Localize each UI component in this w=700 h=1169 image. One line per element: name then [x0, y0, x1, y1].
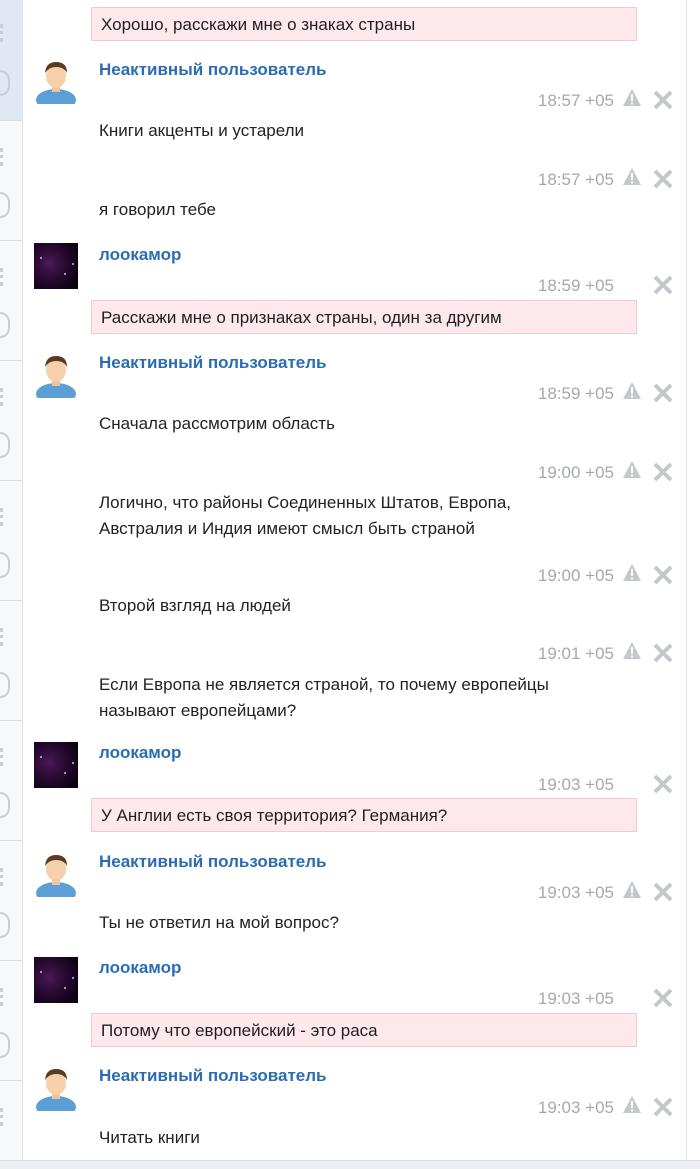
user-avatar-icon[interactable]	[34, 352, 78, 398]
message-timestamp: 19:00 +05	[537, 463, 614, 482]
scrollbar-track[interactable]	[686, 0, 687, 1160]
list-item-edge	[0, 192, 10, 218]
close-x-icon[interactable]	[652, 773, 674, 795]
list-item-dots	[0, 988, 7, 1006]
close-x-icon[interactable]	[652, 382, 674, 404]
space-avatar[interactable]	[34, 243, 78, 289]
list-item-edge	[0, 912, 10, 938]
list-item-edge	[0, 432, 10, 458]
author-name[interactable]: Неактивный пользователь	[99, 60, 326, 80]
list-item-dots	[0, 628, 7, 646]
close-x-icon[interactable]	[652, 1096, 674, 1118]
message-text: Второй взгляд на людей	[99, 596, 291, 615]
close-x-icon[interactable]	[652, 461, 674, 483]
list-item-dots	[0, 148, 7, 166]
warning-triangle-icon[interactable]	[622, 641, 642, 661]
quoted-message[interactable]: Расскажи мне о признаках страны, один за…	[91, 300, 637, 334]
warning-triangle-icon[interactable]	[622, 563, 642, 583]
message-timestamp: 18:57 +05	[537, 91, 614, 110]
author-name[interactable]: лоокамор	[99, 245, 181, 265]
list-item-dots	[0, 1108, 7, 1126]
list-item-dots	[0, 268, 7, 286]
message-text: Читать книги	[99, 1128, 200, 1147]
warning-triangle-icon[interactable]	[622, 460, 642, 480]
close-x-icon[interactable]	[652, 881, 674, 903]
message-text: я говорил тебе	[99, 200, 216, 219]
warning-triangle-icon[interactable]	[622, 1095, 642, 1115]
space-avatar[interactable]	[34, 742, 78, 788]
warning-triangle-icon[interactable]	[622, 381, 642, 401]
message-timestamp: 19:03 +05	[537, 1098, 614, 1117]
space-avatar[interactable]	[34, 957, 78, 1003]
user-avatar-icon[interactable]	[34, 1065, 78, 1111]
message-timestamp: 19:00 +05	[537, 566, 614, 585]
conversation-list-strip[interactable]	[0, 0, 23, 1160]
message-timestamp: 18:57 +05	[537, 170, 614, 189]
list-item-dots	[0, 388, 7, 406]
user-avatar-icon[interactable]	[34, 851, 78, 897]
list-item-edge	[0, 672, 10, 698]
list-item-dots	[0, 748, 7, 766]
active-conversation-highlight	[0, 0, 22, 120]
close-x-icon[interactable]	[652, 168, 674, 190]
author-name[interactable]: Неактивный пользователь	[99, 353, 326, 373]
quoted-message[interactable]: Потому что европейский - это раса	[91, 1013, 637, 1047]
quoted-message[interactable]: У Англии есть своя территория? Германия?	[91, 798, 637, 832]
list-item-edge	[0, 1032, 10, 1058]
author-name[interactable]: Неактивный пользователь	[99, 1066, 326, 1086]
message-timestamp: 19:03 +05	[537, 775, 614, 794]
message-text: Книги акценты и устарели	[99, 121, 305, 140]
user-avatar-icon[interactable]	[34, 58, 78, 104]
list-item-edge	[0, 552, 10, 578]
message-text: Если Европа не является страной, то поче…	[99, 675, 549, 720]
author-name[interactable]: лоокамор	[99, 958, 181, 978]
list-item-dots	[0, 24, 7, 42]
list-item-dots	[0, 508, 7, 526]
message-timestamp: 19:01 +05	[537, 644, 614, 663]
quoted-message[interactable]: Хорошо, расскажи мне о знаках страны	[91, 7, 637, 41]
warning-triangle-icon[interactable]	[622, 880, 642, 900]
close-x-icon[interactable]	[652, 274, 674, 296]
message-text: Сначала рассмотрим область	[99, 414, 335, 433]
message-timestamp: 19:03 +05	[537, 989, 614, 1008]
close-x-icon[interactable]	[652, 987, 674, 1009]
message-timestamp: 18:59 +05	[537, 384, 614, 403]
author-name[interactable]: Неактивный пользователь	[99, 852, 326, 872]
message-timestamp: 18:59 +05	[537, 276, 614, 295]
list-item-dots	[0, 868, 7, 886]
author-name[interactable]: лоокамор	[99, 743, 181, 763]
message-text: Ты не ответил на мой вопрос?	[99, 913, 339, 932]
message-feed: Хорошо, расскажи мне о знаках страны Неа…	[22, 0, 686, 1160]
message-timestamp: 19:03 +05	[537, 883, 614, 902]
close-x-icon[interactable]	[652, 564, 674, 586]
warning-triangle-icon[interactable]	[622, 88, 642, 108]
close-x-icon[interactable]	[652, 89, 674, 111]
close-x-icon[interactable]	[652, 642, 674, 664]
list-item-edge	[0, 792, 10, 818]
list-item-edge	[0, 312, 10, 338]
message-text: Логично, что районы Соединенных Штатов, …	[99, 493, 512, 538]
warning-triangle-icon[interactable]	[622, 167, 642, 187]
